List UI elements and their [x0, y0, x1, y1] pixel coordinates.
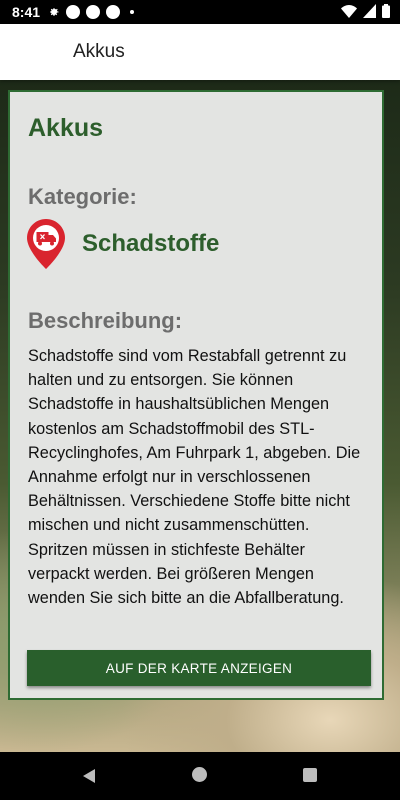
back-icon[interactable]	[81, 768, 97, 784]
category-row: Schadstoffe	[26, 218, 219, 270]
recents-icon[interactable]	[303, 768, 317, 782]
item-title: Akkus	[28, 114, 104, 142]
category-name: Schadstoffe	[82, 230, 220, 257]
wifi-icon	[341, 5, 357, 18]
status-system-icons	[341, 4, 390, 18]
description-text: Schadstoffe sind vom Restabfall getrennt…	[28, 347, 361, 608]
home-icon[interactable]	[192, 767, 207, 782]
app-bar-title: Akkus	[73, 41, 125, 62]
detail-card: Akkus Kategorie: Schadstoffe Beschreibun…	[8, 90, 384, 700]
gear-icon	[50, 8, 59, 16]
status-notification-icons	[48, 5, 135, 19]
notification-dot-icon	[66, 5, 81, 19]
app-bar: Akkus	[0, 24, 400, 80]
notification-dot-icon	[106, 5, 121, 19]
status-bar: 8:41	[0, 0, 400, 24]
show-on-map-button[interactable]: AUF DER KARTE ANZEIGEN	[27, 650, 371, 686]
truck-marker-icon	[27, 219, 65, 269]
status-time: 8:41	[12, 4, 41, 20]
category-label: Kategorie:	[28, 184, 137, 209]
notification-dot-icon	[86, 5, 101, 19]
more-notifications-icon	[130, 10, 135, 14]
battery-icon	[382, 4, 390, 18]
cellular-signal-icon	[363, 4, 376, 18]
description-label: Beschreibung:	[28, 308, 183, 333]
